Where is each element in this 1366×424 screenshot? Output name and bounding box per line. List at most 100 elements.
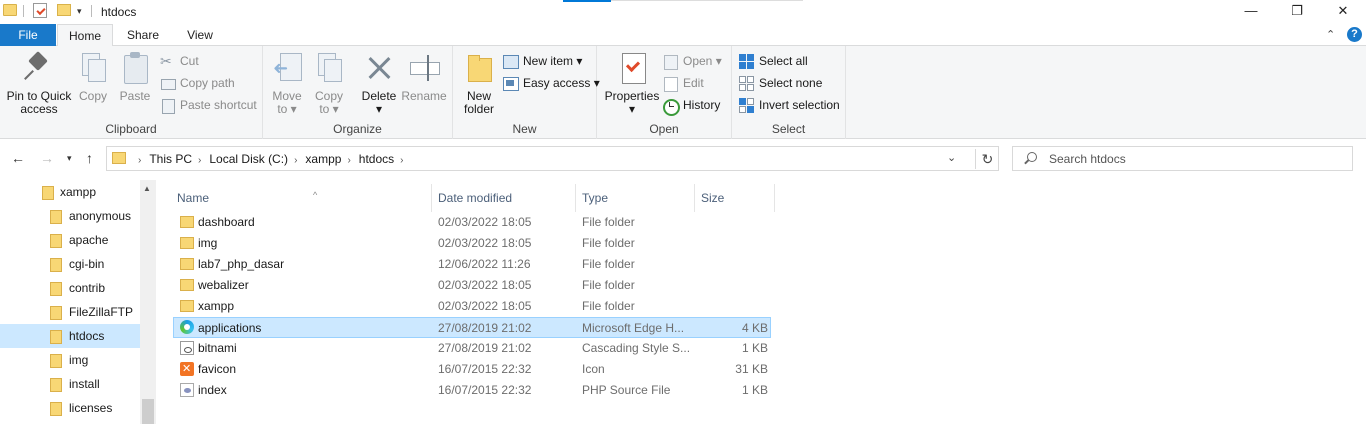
help-icon[interactable]: ? (1347, 27, 1362, 42)
file-row[interactable]: lab7_php_dasar 12/06/2022 11:26 File fol… (173, 254, 771, 275)
scroll-up-icon[interactable]: ▲ (143, 184, 151, 193)
address-dropdown-icon[interactable]: ⌄ (947, 151, 956, 164)
file-row[interactable]: webalizer 02/03/2022 18:05 File folder (173, 275, 771, 296)
select-group: Select all Select none Invert selection … (732, 46, 846, 139)
close-button[interactable]: ✕ (1320, 0, 1366, 24)
address-bar[interactable]: › This PC › Local Disk (C:) › xampp › htdocs › ⌄… (106, 146, 999, 171)
history-label: History (683, 98, 721, 112)
nav-item-cgi-bin[interactable]: cgi-bin (44, 252, 140, 276)
new-folder-button[interactable]: New folder (459, 50, 499, 116)
open-group: Properties ▾ Open ▾ Edit History Open (597, 46, 732, 139)
tab-view[interactable]: View (172, 24, 228, 46)
column-header-date[interactable]: Date modified (433, 184, 576, 212)
move-to-button[interactable]: Move to ▾ (269, 50, 305, 116)
paste-button[interactable]: Paste (118, 50, 152, 103)
invert-selection-button[interactable]: Invert selection (739, 95, 840, 115)
nav-item-anonymous[interactable]: anonymous (44, 204, 140, 228)
edit-icon (663, 76, 678, 92)
file-row[interactable]: bitnami 27/08/2019 21:02 Cascading Style… (173, 338, 771, 359)
properties-button[interactable]: Properties ▾ (603, 50, 661, 116)
cut-button[interactable]: Cut (160, 51, 199, 71)
maximize-button[interactable]: ❐ (1274, 0, 1320, 24)
breadcrumb-separator[interactable]: › (198, 155, 201, 166)
nav-item-img[interactable]: img (44, 348, 140, 372)
properties-icon[interactable] (33, 3, 47, 18)
easy-access-button[interactable]: Easy access ▾ (503, 73, 600, 93)
paste-shortcut-button[interactable]: Paste shortcut (160, 95, 257, 115)
new-folder-icon[interactable] (57, 4, 71, 16)
back-button[interactable]: ← (11, 150, 25, 166)
delete-button[interactable]: Delete ▾ (359, 50, 399, 116)
scrollbar-thumb[interactable] (142, 399, 154, 424)
nav-item-filezillaftp[interactable]: FileZillaFTP (44, 300, 140, 324)
folder-icon (50, 378, 62, 392)
nav-scrollbar[interactable]: ▲ (140, 180, 156, 424)
file-size: 31 KB (735, 362, 768, 376)
pin-to-quick-access-button[interactable]: Pin to Quick access (4, 50, 74, 116)
nav-item-licenses[interactable]: licenses (44, 396, 140, 420)
file-row[interactable]: img 02/03/2022 18:05 File folder (173, 233, 771, 254)
forward-button[interactable]: → (40, 150, 54, 166)
new-group: New folder New item ▾ Easy access ▾ New (453, 46, 600, 139)
css-file-icon (180, 341, 194, 355)
file-size: 1 KB (741, 383, 768, 397)
search-input[interactable] (1049, 150, 1339, 168)
copy-label: Copy (78, 89, 107, 103)
select-none-button[interactable]: Select none (739, 73, 822, 93)
nav-item-xampp[interactable]: xampp (36, 180, 140, 204)
refresh-button[interactable]: ↻ (975, 149, 999, 169)
file-row[interactable]: favicon 16/07/2015 22:32 Icon 31 KB (173, 359, 771, 380)
column-header-type[interactable]: Type (577, 184, 695, 212)
open-button[interactable]: Open ▾ (663, 51, 722, 71)
nav-item-contrib[interactable]: contrib (44, 276, 140, 300)
copy-to-button[interactable]: Copy to ▾ (311, 50, 347, 116)
nav-item-install[interactable]: install (44, 372, 140, 396)
rename-button[interactable]: Rename (401, 50, 447, 103)
breadcrumb-separator[interactable]: › (400, 155, 403, 166)
nav-item-label: cgi-bin (69, 257, 105, 271)
paste-shortcut-label: Paste shortcut (180, 98, 257, 112)
new-item-icon (503, 54, 519, 69)
select-all-button[interactable]: Select all (739, 51, 808, 71)
paste-shortcut-icon (160, 98, 175, 114)
recent-locations-button[interactable]: ▾ (67, 153, 72, 164)
breadcrumb-separator[interactable]: › (294, 155, 297, 166)
history-button[interactable]: History (663, 95, 721, 116)
breadcrumb-this-pc[interactable]: This PC (149, 152, 192, 166)
breadcrumb-local-disk[interactable]: Local Disk (C:) (209, 152, 288, 166)
file-row[interactable]: index 16/07/2015 22:32 PHP Source File 1… (173, 380, 771, 401)
column-header-size[interactable]: Size (696, 184, 775, 212)
column-header-label: Name (177, 191, 210, 205)
group-label-organize: Organize (333, 122, 382, 136)
copy-button[interactable]: Copy (76, 50, 110, 103)
collapse-ribbon-icon[interactable]: ⌃ (1326, 28, 1335, 41)
copy-path-button[interactable]: Copy path (160, 73, 235, 93)
pin-label-line2: access (20, 102, 58, 116)
file-name: index (198, 383, 227, 397)
minimize-button[interactable]: — (1228, 0, 1274, 24)
search-icon (1027, 152, 1037, 162)
tab-home[interactable]: Home (57, 24, 113, 47)
file-row-selected[interactable]: applications 27/08/2019 21:02 Microsoft … (173, 317, 771, 338)
column-header-name[interactable]: Name ^ (172, 184, 432, 212)
search-box[interactable] (1012, 146, 1353, 171)
tab-share[interactable]: Share (114, 24, 172, 46)
nav-item-apache[interactable]: apache (44, 228, 140, 252)
open-icon (663, 54, 678, 70)
new-item-button[interactable]: New item ▾ (503, 51, 582, 71)
edit-button[interactable]: Edit (663, 73, 704, 93)
file-row[interactable]: xampp 02/03/2022 18:05 File folder (173, 296, 771, 317)
file-size: 4 KB (741, 321, 768, 335)
file-date: 16/07/2015 22:32 (438, 383, 532, 397)
tab-file[interactable]: File (0, 24, 56, 46)
nav-item-htdocs[interactable]: htdocs (0, 324, 140, 348)
move-to-label-line2: to ▾ (277, 102, 297, 116)
file-type: Microsoft Edge H... (582, 321, 685, 335)
quick-access-toolbar-dropdown[interactable]: ▾ (77, 6, 82, 17)
breadcrumb-separator[interactable]: › (347, 155, 350, 166)
breadcrumb-xampp[interactable]: xampp (305, 152, 341, 166)
breadcrumb-htdocs[interactable]: htdocs (359, 152, 394, 166)
navigation-pane: xampp anonymous apache cgi-bin contrib F… (0, 180, 156, 424)
file-row[interactable]: dashboard 02/03/2022 18:05 File folder (173, 212, 771, 233)
up-button[interactable]: ↑ (86, 150, 93, 166)
